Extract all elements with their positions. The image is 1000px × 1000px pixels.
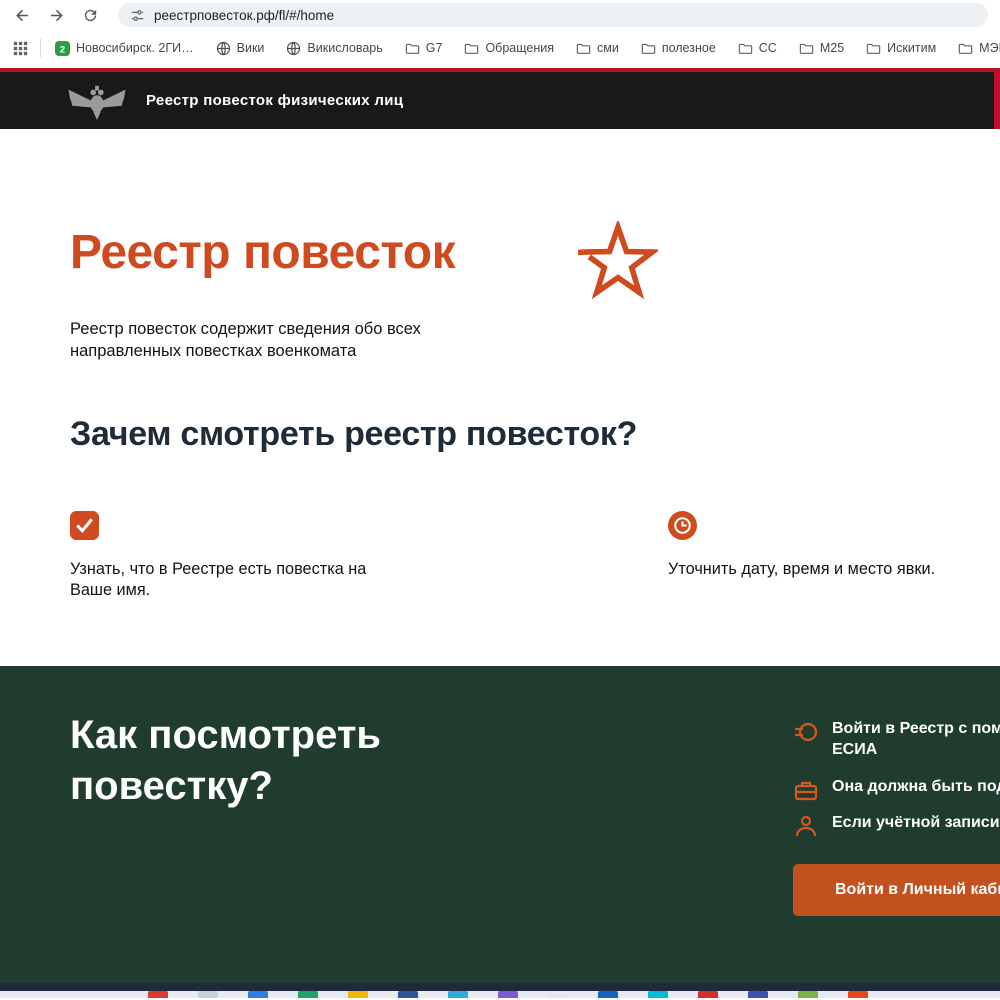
page-title: Реестр повесток	[70, 226, 456, 279]
how-title-line2: повестку?	[70, 764, 273, 809]
apps-grid-icon	[13, 41, 27, 55]
how-title-line1: Как посмотреть	[70, 713, 382, 757]
taskbar-app-icon[interactable]	[648, 991, 668, 998]
bookmark-label: М25	[819, 41, 845, 55]
bookmark-wiki[interactable]: Вики	[212, 38, 269, 59]
benefit-item-clock: Уточнить дату, время и место явки.	[668, 511, 988, 580]
forward-button[interactable]	[42, 2, 70, 28]
hero-description: Реестр повесток содержит сведения обо вс…	[70, 320, 421, 360]
bookmark-label: полезное	[661, 41, 716, 55]
bookmark-folder-poleznoe[interactable]: полезное	[637, 38, 720, 59]
svg-text:2: 2	[60, 44, 65, 54]
taskbar-app-icon[interactable]	[348, 991, 368, 998]
benefit-text: Узнать, что в Реестре есть повестка на В…	[70, 560, 367, 600]
bookmark-folder-m25[interactable]: М25	[795, 38, 848, 59]
how-step-confirmed-account: Она должна быть под	[793, 776, 1000, 803]
bookmark-folder-iskitim[interactable]: Искитим	[862, 38, 940, 59]
windows-taskbar	[0, 991, 1000, 998]
checkbox-icon	[70, 511, 99, 540]
briefcase-icon	[793, 777, 819, 803]
back-arrow-icon	[15, 9, 28, 21]
bookmarks-separator	[40, 39, 41, 57]
apps-grid-button[interactable]	[8, 36, 32, 60]
bookmark-label: Вики	[236, 41, 265, 55]
hero-section: Реестр повесток Реестр повесток содержит…	[0, 129, 1000, 666]
bookmarks-bar: 2 Новосибирск. 2ГИ… Вики Викисловарь G7 …	[0, 30, 1000, 66]
bookmark-label: Новосибирск. 2ГИ…	[76, 41, 194, 55]
bookmark-novosibirsk-2gis[interactable]: 2 Новосибирск. 2ГИ…	[51, 38, 198, 59]
clock-icon	[668, 511, 697, 540]
step-text-line1: Войти в Реестр с пом	[832, 720, 1000, 737]
folder-icon	[738, 43, 752, 54]
bookmark-folder-obrashcheniya[interactable]: Обращения	[460, 38, 558, 59]
back-button[interactable]	[8, 2, 36, 28]
folder-icon	[799, 43, 814, 54]
address-bar[interactable]: реестрповесток.рф/fl/#/home	[118, 3, 988, 27]
step-text-line1: Она должна быть под	[832, 778, 1000, 795]
how-section-title: Как посмотреть повестку?	[70, 710, 381, 812]
bookmark-folder-ss[interactable]: СС	[734, 38, 781, 59]
bookmark-label: G7	[425, 41, 443, 55]
taskbar-app-icon[interactable]	[848, 991, 868, 998]
taskbar-app-icon[interactable]	[148, 991, 168, 998]
person-icon	[793, 813, 819, 839]
refresh-icon	[84, 9, 96, 21]
bookmark-folder-smi[interactable]: сми	[572, 38, 623, 59]
benefit-text: Уточнить дату, время и место явки.	[668, 560, 936, 578]
site-settings-icon[interactable]	[130, 8, 145, 23]
url-text: реестрповесток.рф/fl/#/home	[154, 7, 335, 23]
folder-icon	[465, 43, 479, 54]
browser-toolbar: реестрповесток.рф/fl/#/home	[0, 0, 1000, 30]
2gis-icon: 2	[55, 40, 70, 56]
taskbar-app-icon[interactable]	[448, 991, 468, 998]
step-text-line2: ЕСИА	[832, 741, 878, 759]
bookmark-label: Викисловарь	[307, 41, 383, 55]
step-text-line1: Если учётной записи	[832, 814, 1000, 831]
bookmark-wiktionary[interactable]: Викисловарь	[282, 38, 386, 59]
site-header: Реестр повесток физических лиц	[0, 72, 1000, 129]
taskbar-app-icon[interactable]	[298, 991, 318, 998]
taskbar-app-icon[interactable]	[248, 991, 268, 998]
bookmark-label: сми	[596, 41, 619, 55]
taskbar-app-icon[interactable]	[548, 991, 568, 998]
bookmark-label: Искитим	[887, 41, 937, 55]
taskbar-app-icon[interactable]	[398, 991, 418, 998]
folder-icon	[405, 43, 419, 54]
folder-icon	[576, 43, 591, 54]
forward-arrow-icon	[50, 9, 63, 21]
taskbar-app-icon[interactable]	[198, 991, 218, 998]
globe-icon	[216, 41, 230, 55]
taskbar-app-icon[interactable]	[598, 991, 618, 998]
globe-icon	[287, 41, 301, 55]
why-section-title: Зачем смотреть реестр повесток?	[70, 415, 638, 453]
page-footer-strip	[0, 983, 1000, 991]
folder-icon	[641, 43, 656, 54]
how-step-no-account: Если учётной записи	[793, 812, 1000, 839]
how-section: Как посмотреть повестку? Войти в Реестр …	[0, 666, 1000, 983]
bookmark-label: СС	[758, 41, 777, 55]
esia-login-icon	[793, 719, 819, 745]
login-personal-account-button[interactable]: Войти в Личный каби	[793, 864, 1000, 916]
header-edge-accent	[994, 72, 1000, 129]
taskbar-app-icon[interactable]	[498, 991, 518, 998]
bookmark-label: Обращения	[485, 41, 554, 55]
bookmark-label: МЭРИЯ	[979, 41, 1000, 55]
mod-eagle-emblem-icon	[66, 81, 128, 121]
refresh-button[interactable]	[76, 2, 104, 28]
taskbar-app-icon[interactable]	[698, 991, 718, 998]
folder-icon	[866, 43, 881, 54]
bookmark-folder-g7[interactable]: G7	[401, 38, 447, 59]
bookmark-folder-meriya[interactable]: МЭРИЯ	[954, 38, 1000, 59]
taskbar-app-icon[interactable]	[748, 991, 768, 998]
army-star-icon	[577, 218, 661, 304]
how-step-esia: Войти в Реестр с пом ЕСИА	[793, 718, 1000, 760]
taskbar-app-icon[interactable]	[798, 991, 818, 998]
benefit-item-check: Узнать, что в Реестре есть повестка на В…	[70, 511, 400, 601]
site-header-title: Реестр повесток физических лиц	[146, 92, 404, 109]
folder-icon	[958, 43, 973, 54]
